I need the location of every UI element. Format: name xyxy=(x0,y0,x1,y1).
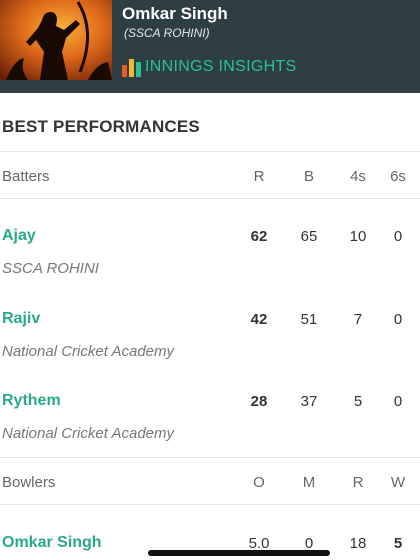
divider xyxy=(0,457,420,458)
batter-fours: 10 xyxy=(349,228,367,245)
batter-runs: 42 xyxy=(250,311,268,328)
col-header-runs: R xyxy=(253,168,265,185)
section-title: BEST PERFORMANCES xyxy=(2,117,200,136)
bowler-name[interactable]: Omkar Singh xyxy=(2,534,102,552)
batter-name[interactable]: Rythem xyxy=(2,392,61,410)
player-name: Omkar Singh xyxy=(122,4,228,23)
batter-runs: 28 xyxy=(250,393,268,410)
innings-insights-link[interactable]: INNINGS INSIGHTS xyxy=(122,57,296,77)
col-header-wickets: W xyxy=(390,474,406,491)
batters-header-row: Batters R B 4s 6s xyxy=(0,162,420,192)
batter-team: SSCA ROHINI xyxy=(2,260,99,277)
divider xyxy=(0,198,420,199)
batter-sixes: 0 xyxy=(393,393,403,410)
batter-row-rythem[interactable]: Rythem 28 37 5 0 xyxy=(0,387,420,417)
col-header-overs: O xyxy=(253,474,265,491)
player-team: (SSCA ROHINI) xyxy=(124,26,210,40)
batter-balls: 37 xyxy=(300,393,318,410)
batter-name[interactable]: Ajay xyxy=(2,227,36,245)
batter-row-ajay[interactable]: Ajay 62 65 10 0 xyxy=(0,222,420,252)
batter-balls: 65 xyxy=(300,228,318,245)
col-header-fours: 4s xyxy=(350,168,366,185)
divider xyxy=(0,151,420,152)
bowlers-label: Bowlers xyxy=(2,474,56,491)
batter-team: National Cricket Academy xyxy=(2,343,175,360)
col-header-runs-conceded: R xyxy=(352,474,364,491)
batter-team: National Cricket Academy xyxy=(2,425,175,442)
bowler-wickets: 5 xyxy=(393,535,403,552)
batter-name[interactable]: Rajiv xyxy=(2,310,40,328)
batter-sixes: 0 xyxy=(393,228,403,245)
app-header: Omkar Singh (SSCA ROHINI) INNINGS INSIGH… xyxy=(0,0,420,93)
innings-insights-label: INNINGS INSIGHTS xyxy=(145,58,297,75)
batter-row-rajiv[interactable]: Rajiv 42 51 7 0 xyxy=(0,305,420,335)
batters-label: Batters xyxy=(2,168,50,185)
divider xyxy=(0,504,420,505)
batter-sixes: 0 xyxy=(393,311,403,328)
player-avatar xyxy=(0,0,112,80)
bowler-runs: 18 xyxy=(349,535,367,552)
col-header-maidens: M xyxy=(302,474,316,491)
bar-chart-icon xyxy=(122,59,141,77)
batter-fours: 5 xyxy=(353,393,363,410)
col-header-sixes: 6s xyxy=(390,168,406,185)
bowlers-header-row: Bowlers O M R W xyxy=(0,468,420,498)
home-indicator[interactable] xyxy=(148,550,330,556)
col-header-balls: B xyxy=(303,168,314,185)
batter-fours: 7 xyxy=(353,311,363,328)
batter-balls: 51 xyxy=(300,311,318,328)
batter-runs: 62 xyxy=(250,228,268,245)
avatar-illustration xyxy=(0,0,112,80)
